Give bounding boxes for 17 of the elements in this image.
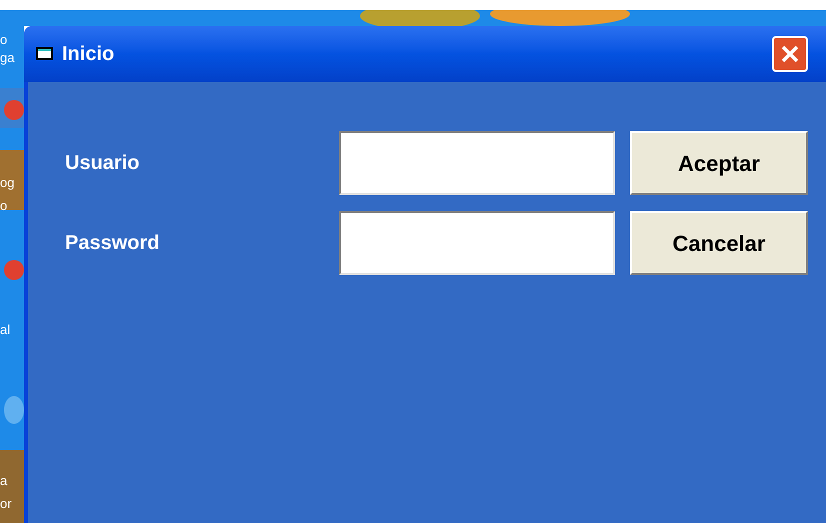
field-label: Password: [65, 231, 160, 256]
desktop-icon-label: ga: [0, 50, 14, 66]
desktop-icon-label: o: [0, 198, 8, 214]
close-button[interactable]: [772, 36, 808, 72]
dialog-button[interactable]: Cancelar: [630, 211, 808, 275]
window-icon: [36, 46, 54, 62]
desktop-icon-label: or: [0, 496, 12, 512]
desktop-icon-label: al: [0, 322, 10, 338]
field-label: Usuario: [65, 151, 140, 176]
input-field[interactable]: [339, 131, 615, 195]
desktop-icon-label: o: [0, 32, 8, 48]
input-field[interactable]: [339, 211, 615, 275]
desktop-icon-label: og: [0, 175, 14, 191]
window-title: Inicio: [62, 42, 114, 67]
dialog-button[interactable]: Aceptar: [630, 131, 808, 195]
desktop-icon-label: a: [0, 473, 8, 489]
close-icon: [780, 44, 800, 64]
